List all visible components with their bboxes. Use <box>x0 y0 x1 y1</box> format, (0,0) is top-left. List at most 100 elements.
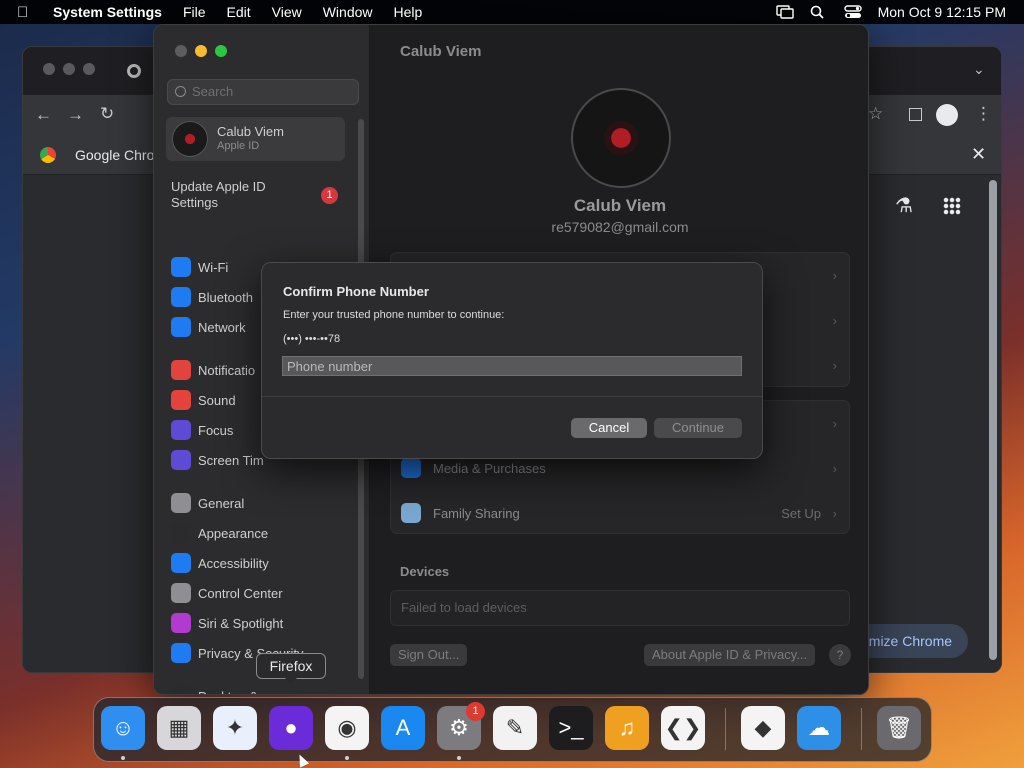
sidebar-item-desktop[interactable]: Desktop & <box>171 685 258 694</box>
family-icon <box>401 503 421 523</box>
menu-edit[interactable]: Edit <box>227 4 251 20</box>
forward-arrow-icon[interactable]: → <box>67 105 84 125</box>
spotlight-search-icon[interactable] <box>810 5 828 19</box>
chrome-scrollbar[interactable] <box>989 180 997 660</box>
sidebar-item-label: General <box>198 495 245 511</box>
hand-icon <box>171 643 191 663</box>
chrome-minimize-button[interactable] <box>63 63 75 75</box>
chrome-close-button[interactable] <box>43 63 55 75</box>
sidebar-item-bluetooth[interactable]: Bluetooth <box>171 286 253 308</box>
account-sub: Apple ID <box>217 140 260 152</box>
cancel-button[interactable]: Cancel <box>571 418 647 438</box>
dock-textedit-icon[interactable]: ✎ <box>493 706 537 750</box>
dock-separator <box>725 708 726 750</box>
menu-view[interactable]: View <box>272 4 302 20</box>
sign-out-button[interactable]: Sign Out... <box>390 644 468 666</box>
sidebar-item-wifi[interactable]: Wi-Fi <box>171 256 228 278</box>
menu-window[interactable]: Window <box>323 4 373 20</box>
dock-firefox-icon[interactable]: ● <box>269 706 313 750</box>
sidebar-item-gear[interactable]: General <box>171 492 244 514</box>
apple-menu-icon[interactable]:  <box>17 4 35 21</box>
sidebar-item-label: Siri & Spotlight <box>198 615 284 631</box>
bell-icon <box>171 360 191 380</box>
dock-terminal-icon[interactable]: >_ <box>549 706 593 750</box>
continue-button[interactable]: Continue <box>654 418 742 438</box>
dock-launchpad-icon[interactable]: ▦ <box>157 706 201 750</box>
chrome-zoom-button[interactable] <box>83 63 95 75</box>
dock-chrome-icon[interactable]: ◉ <box>325 706 369 750</box>
dock-trash-icon[interactable]: 🗑 <box>877 706 921 750</box>
menu-file[interactable]: File <box>183 4 206 20</box>
sidebar-item-apple-id[interactable]: Calub Viem Apple ID <box>166 117 345 161</box>
menubar-clock[interactable]: Mon Oct 9 12:15 PM <box>878 4 1006 20</box>
sidebar-item-globe[interactable]: Network <box>171 316 246 338</box>
search-placeholder: Search <box>192 84 234 99</box>
dock-running-indicator <box>345 756 349 760</box>
sidebar-item-hourglass[interactable]: Screen Tim <box>171 449 264 471</box>
chrome-tab-favicon-icon <box>127 64 141 78</box>
sidebar-item-label: Sound <box>198 392 236 408</box>
sidebar-item-bell[interactable]: Notificatio <box>171 359 255 381</box>
devices-status: Failed to load devices <box>390 590 850 626</box>
profile-avatar-icon[interactable] <box>936 104 958 126</box>
row-family-sharing[interactable]: Family Sharing Set Up › <box>391 491 849 535</box>
sidebar-item-control-center[interactable]: Control Center <box>171 582 283 604</box>
sidebar-item-appearance[interactable]: Appearance <box>171 522 268 544</box>
dock-safari-icon[interactable]: ✦ <box>213 706 257 750</box>
dock-app-store-icon[interactable]: A <box>381 706 425 750</box>
sidebar-item-label: Bluetooth <box>198 289 253 305</box>
dialog-title: Confirm Phone Number <box>283 284 429 299</box>
sidebar-item-label: Notificatio <box>198 362 256 378</box>
dock-finder-icon[interactable]: ☺ <box>101 706 145 750</box>
profile-picture[interactable] <box>571 88 671 188</box>
sidebar-item-update-apple-id[interactable]: Update Apple ID Settings <box>171 179 301 211</box>
back-arrow-icon[interactable]: ← <box>35 105 52 125</box>
sidebar-item-accessibility[interactable]: Accessibility <box>171 552 269 574</box>
devices-heading: Devices <box>400 564 450 579</box>
help-button[interactable]: ? <box>829 644 851 666</box>
row-value: Set Up <box>781 505 821 521</box>
bookmark-star-icon[interactable]: ☆ <box>868 104 883 124</box>
chrome-menu-icon[interactable]: ⋮ <box>975 104 992 124</box>
labs-flask-icon[interactable]: ⚗ <box>895 193 913 218</box>
menu-bar:  System Settings File Edit View Window … <box>0 0 1024 24</box>
minimize-button[interactable] <box>195 45 207 57</box>
close-button[interactable] <box>175 45 187 57</box>
app-store-icon <box>401 458 421 478</box>
dock-garageband-icon[interactable]: ♫ <box>605 706 649 750</box>
sidebar-item-speaker[interactable]: Sound <box>171 389 236 411</box>
sidebar-item-moon[interactable]: Focus <box>171 419 233 441</box>
dock-vscode-icon[interactable]: ❮❯ <box>661 706 705 750</box>
reload-icon[interactable]: ↻ <box>100 104 114 124</box>
confirm-phone-dialog: Confirm Phone Number Enter your trusted … <box>261 262 763 459</box>
zoom-button[interactable] <box>215 45 227 57</box>
screen-mirroring-icon[interactable] <box>775 5 794 19</box>
menu-app-name[interactable]: System Settings <box>53 4 162 20</box>
chevron-right-icon: › <box>832 267 837 283</box>
dialog-divider <box>262 396 762 397</box>
profile-email: re579082@gmail.com <box>551 219 689 235</box>
chevron-right-icon: › <box>832 357 837 373</box>
globe-icon <box>171 317 191 337</box>
side-panel-icon[interactable] <box>909 108 922 121</box>
chevron-right-icon: › <box>832 505 837 521</box>
control-center-icon <box>171 583 191 603</box>
siri-icon <box>171 613 191 633</box>
sidebar-search-input[interactable]: Search <box>167 79 359 105</box>
sidebar-item-siri[interactable]: Siri & Spotlight <box>171 612 283 634</box>
appearance-icon <box>171 523 191 543</box>
phone-number-input[interactable] <box>282 356 742 376</box>
about-apple-id-button[interactable]: About Apple ID & Privacy... <box>644 644 816 666</box>
search-icon <box>175 86 186 97</box>
chevron-right-icon: › <box>832 312 837 328</box>
menu-help[interactable]: Help <box>394 4 423 20</box>
dock-running-indicator <box>121 756 125 760</box>
apps-grid-icon[interactable] <box>943 197 961 215</box>
row-label: Media & Purchases <box>433 460 546 476</box>
close-bookmark-icon[interactable]: ✕ <box>971 144 986 165</box>
control-center-icon[interactable] <box>843 5 862 19</box>
dock-separator <box>861 708 862 750</box>
dock-weather-icon[interactable]: ☁ <box>797 706 841 750</box>
dock-visual-studio-icon[interactable]: ◆ <box>741 706 785 750</box>
chrome-tab-search-chevron-icon[interactable]: ⌄ <box>973 61 985 78</box>
